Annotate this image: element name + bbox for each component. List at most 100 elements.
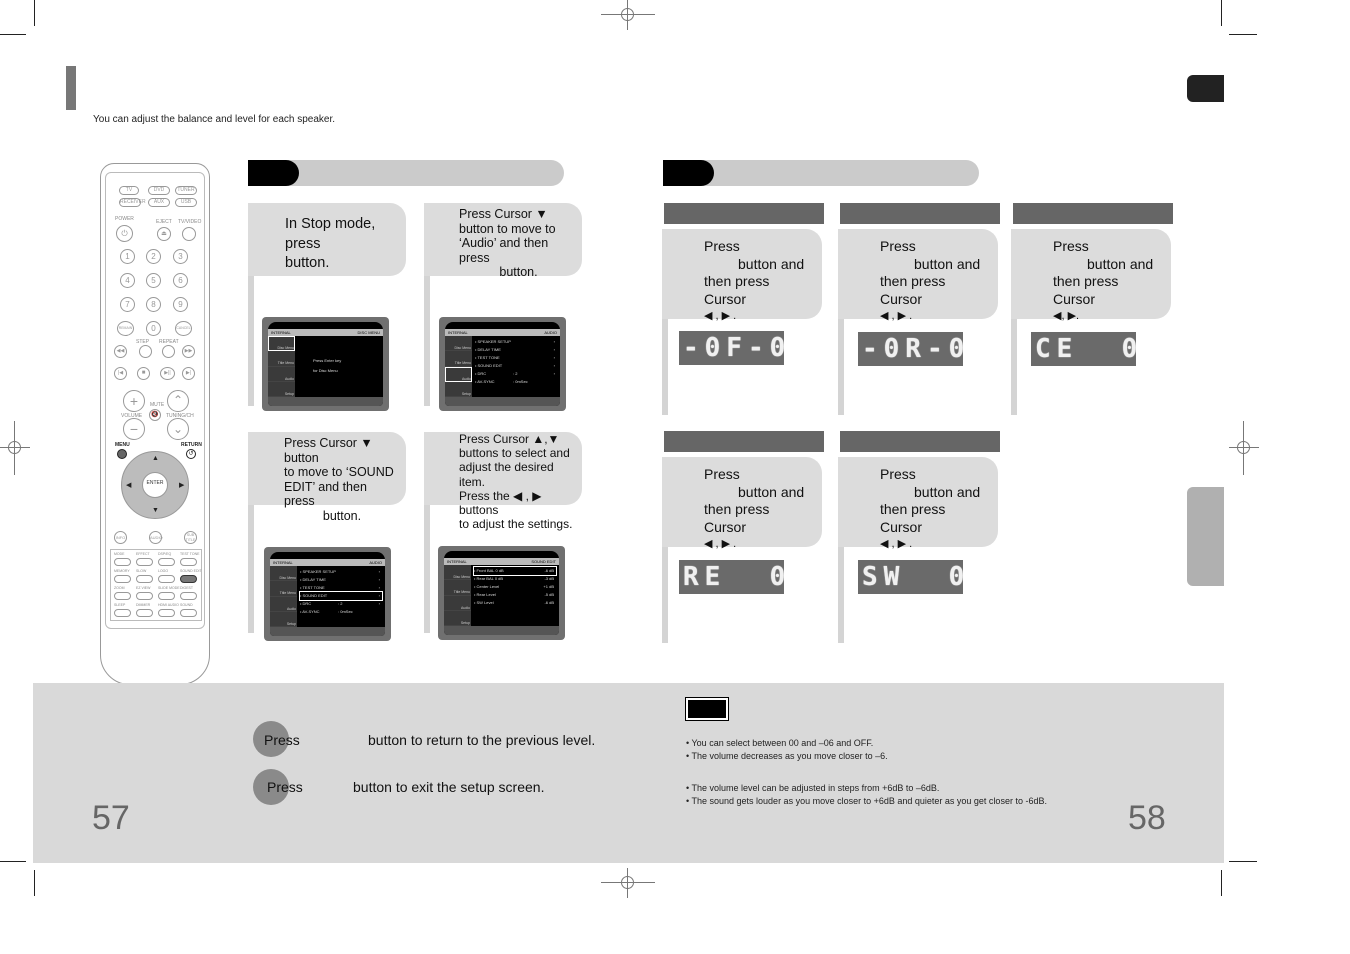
speaker-step-instruction: Press button and then press Cursor ◀, ▶. [1011,229,1171,322]
remote-number-7-button: 7 [120,297,135,312]
instruction-line: ◀ , ▶ . [704,538,737,550]
osd-item-label: Front BAL 0 dB [476,568,504,573]
osd-item-label: Center Level [476,584,500,589]
osd-menu-item: • DRC: 2 › [300,601,380,606]
step-connector [424,505,430,633]
osd-menu-item: • SOUND EDIT › [475,363,555,368]
remote-step-button [139,345,152,358]
remote-stop-icon: ■ [137,367,150,380]
remote-function-label: SOUND [180,603,193,607]
exit-press-label: Press [267,779,303,795]
instruction-line: ◀ , ▶ . [880,310,913,322]
instruction-line: EDIT’ and then press [284,479,367,509]
remote-dvd-button: DVD [148,186,170,195]
display-readout: RE 0 [683,562,792,592]
osd-title-left: INTERNAL [273,560,293,565]
instruction-line: button. [499,265,538,279]
osd-item-indicator: › [553,363,555,368]
crop-mark [1229,861,1257,862]
remote-function-button [136,609,153,617]
section-header-right [663,160,979,186]
remote-function-button [114,592,131,600]
remote-function-label: LOGO [158,569,169,573]
remote-number-8-button: 8 [146,297,161,312]
display-readout: -0R-0 [862,334,971,364]
osd-item-indicator: › [378,593,380,598]
remote-function-button [136,558,153,566]
remote-audio-button: AUDIO [149,531,163,544]
remote-dpad: ▲ ▼ ◀ ▶ ENTER [121,451,189,519]
remote-info-button: INFO [114,531,127,544]
instruction-line: ‘Audio’ and then press [459,236,549,265]
remote-function-button [158,592,175,600]
osd-side-item: Disc Menu [444,565,471,581]
remote-tvvideo-label: TV/VIDEO [178,219,202,225]
osd-item-indicator: › [378,585,380,590]
remote-receiver-button: RECEIVER [119,198,146,207]
osd-menu-item: • TEST TONE › [300,585,380,590]
instruction-line: button and [1087,255,1154,272]
step-connector [662,319,668,415]
dpad-left-icon: ◀ [126,482,132,489]
osd-item-indicator: -6 dB [544,600,554,605]
remote-number-5-button: 5 [146,273,161,288]
remote-tuner-button: TUNER [175,186,197,195]
osd-title-left: INTERNAL [448,330,468,335]
remote-function-button [180,609,197,617]
remote-mute-label: MUTE [150,402,165,408]
remote-function-button [114,558,131,566]
remote-function-label: TEST TONE [180,552,200,556]
crop-mark [0,861,26,862]
remote-function-label: MEMORY [114,569,130,573]
remote-function-label: HDMI AUDIO [158,603,179,607]
remote-cancel-button: CANCEL [175,321,192,336]
osd-title-right: SOUND EDIT [531,559,556,564]
remote-next-icon: ▶| [182,367,195,380]
instruction-line: Press [880,238,916,254]
step-instruction-1: In Stop mode, press button. [248,203,406,276]
instruction-line: button to move to [459,221,556,236]
remote-function-label: EFFECT [136,552,150,556]
osd-side-item: Setup [444,610,471,626]
remote-number-0-button: 0 [146,321,161,336]
registration-mark [0,421,30,475]
step-connector [838,319,844,415]
osd-item-value: : 2 [513,371,518,376]
note-item: • The volume decreases as you move close… [686,751,888,761]
notes-group-1: • You can select between 00 and –06 and … [686,737,888,763]
osd-side-item: Audio [270,596,297,612]
osd-title-left: INTERNAL [271,330,291,335]
display-readout: SW 0 [862,562,971,592]
instruction-line: button. [285,255,330,271]
step-instruction-3: Press Cursor ▼ button to move to ‘SOUND ED… [248,432,406,523]
note-item: • You can select between 00 and –06 and … [686,738,874,748]
osd-menu-item: • SPEAKER SETUP › [300,569,380,574]
osd-item-indicator: +1 dB [543,584,554,589]
instruction-line: ◀ , ▶ . [704,310,737,322]
instruction-line: Press Cursor ▼ button [284,436,373,465]
remote-function-label: DIGEST [180,586,194,590]
notes-group-2: • The volume level can be adjusted in st… [686,782,1047,808]
instruction-line: Press [880,466,916,482]
remote-number-1-button: 1 [120,249,135,264]
osd-item-label: SOUND EDIT [477,363,503,368]
osd-item-label: SPEAKER SETUP [477,339,511,344]
instruction-line: button and [914,255,981,272]
osd-item-label: AV-SYNC [477,379,495,384]
remote-power-label: POWER [115,216,134,222]
osd-menu-item: • DRC: 2 › [475,371,555,376]
section-tab [1187,487,1224,586]
osd-item-indicator: › [553,371,555,376]
speaker-step-header [840,203,1000,224]
remote-function-label: SLIDE MODE [158,586,180,590]
step-connector [424,276,430,406]
note-item: • The volume level can be adjusted in st… [686,783,940,793]
remote-mute-icon: 🔇 [149,409,161,421]
osd-title-left: INTERNAL [447,559,467,564]
front-panel-display: CE 0 [1031,332,1137,366]
osd-side-item: Disc Menu [445,336,472,352]
osd-item-value: : 0mSec [338,609,353,614]
registration-mark [601,868,655,898]
step-instruction-2: Press Cursor ▼ button to move to ‘Audio’ a… [424,203,582,279]
remote-function-label: SLEEP [114,603,126,607]
